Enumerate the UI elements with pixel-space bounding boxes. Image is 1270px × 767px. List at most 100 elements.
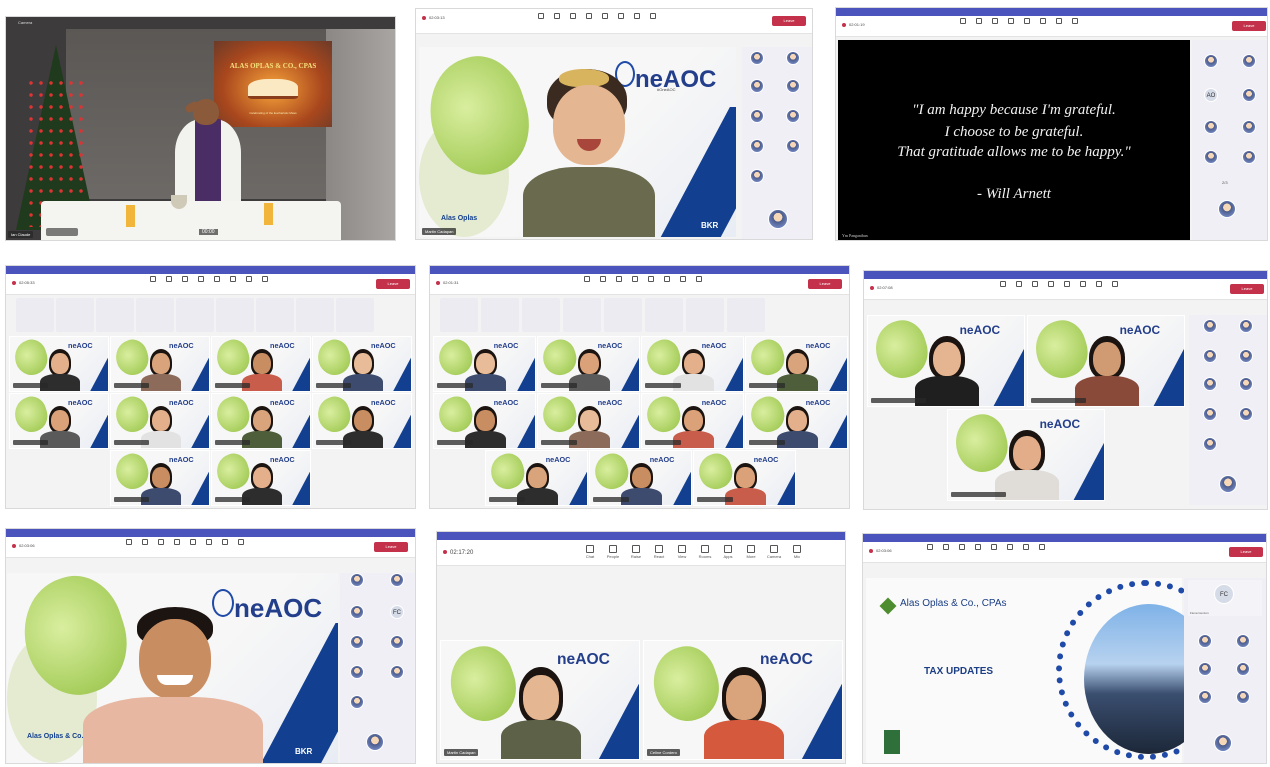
participant-avatar[interactable] [1203, 377, 1217, 391]
toolbar-more-button[interactable] [1108, 281, 1121, 297]
toolbar-people-button[interactable] [939, 544, 952, 560]
toolbar-rooms-button[interactable] [1036, 18, 1049, 34]
video-tile[interactable]: neAOC [433, 336, 536, 392]
participant-avatar[interactable] [1204, 120, 1218, 134]
toolbar-raise-button[interactable] [612, 276, 625, 292]
participant-avatar[interactable] [1242, 120, 1256, 134]
toolbar-apps-button[interactable] [1052, 18, 1065, 34]
participant-thumbnail[interactable] [604, 298, 642, 332]
toolbar-apps-button[interactable] [676, 276, 689, 292]
toolbar-apps-button[interactable]: Apps [720, 545, 736, 561]
video-tile[interactable]: neAOC [537, 393, 640, 449]
video-tile[interactable]: neAOC [211, 450, 311, 506]
toolbar-more-button[interactable] [1068, 18, 1081, 34]
toolbar-more-button[interactable]: More [743, 545, 759, 561]
video-tile[interactable]: neAOC [485, 450, 588, 506]
participant-avatar[interactable] [1218, 200, 1236, 218]
video-tile[interactable]: neAOC [745, 336, 848, 392]
toolbar-chat-button[interactable] [580, 276, 593, 292]
participant-avatar[interactable] [1203, 319, 1217, 333]
video-tile[interactable]: neAOC [110, 450, 210, 506]
toolbar-view-button[interactable] [1020, 18, 1033, 34]
toolbar-chat-button[interactable]: Chat [582, 545, 598, 561]
participant-avatar[interactable] [1203, 349, 1217, 363]
participant-avatar[interactable] [1198, 662, 1212, 676]
toolbar-people-button[interactable] [138, 539, 151, 555]
participant-avatar[interactable] [390, 665, 404, 679]
participant-avatar[interactable] [750, 51, 764, 65]
toolbar-view-button[interactable] [644, 276, 657, 292]
video-tile[interactable]: neAOC [641, 393, 744, 449]
participant-avatar[interactable] [750, 109, 764, 123]
participant-thumbnail[interactable] [440, 298, 478, 332]
leave-button[interactable]: Leave [1229, 547, 1263, 557]
toolbar-raise-button[interactable] [988, 18, 1001, 34]
toolbar-more-button[interactable] [234, 539, 247, 555]
leave-button[interactable]: Leave [1232, 21, 1266, 31]
toolbar-chat-button[interactable] [122, 539, 135, 555]
participant-thumbnail[interactable] [481, 298, 519, 332]
toolbar-raise-button[interactable] [1028, 281, 1041, 297]
participant-avatar[interactable] [1203, 437, 1217, 451]
leave-button[interactable]: Leave [374, 542, 408, 552]
toolbar-raise-button[interactable] [178, 276, 191, 292]
participant-avatar[interactable] [1214, 734, 1232, 752]
participant-avatar[interactable] [1203, 407, 1217, 421]
participant-avatar[interactable] [1239, 349, 1253, 363]
toolbar-people-button[interactable] [972, 18, 985, 34]
toolbar-rooms-button[interactable] [660, 276, 673, 292]
toolbar-apps-button[interactable] [1092, 281, 1105, 297]
video-tile[interactable]: neAOC [537, 336, 640, 392]
participant-thumbnail[interactable] [522, 298, 560, 332]
toolbar-react-button[interactable] [1004, 18, 1017, 34]
toolbar-rooms-button[interactable] [1076, 281, 1089, 297]
toolbar-people-button[interactable] [1012, 281, 1025, 297]
participant-avatar[interactable] [350, 635, 364, 649]
toolbar-more-button[interactable] [258, 276, 271, 292]
toolbar-people-button[interactable]: People [605, 545, 621, 561]
video-tile[interactable]: neAOC [110, 336, 210, 392]
participant-thumbnail[interactable] [563, 298, 601, 332]
toolbar-react-button[interactable] [628, 276, 641, 292]
toolbar-people-button[interactable] [596, 276, 609, 292]
participant-avatar[interactable] [786, 51, 800, 65]
participant-thumbnail[interactable] [256, 298, 294, 332]
video-tile[interactable]: neAOC [9, 393, 109, 449]
toolbar-people-button[interactable] [162, 276, 175, 292]
participant-avatar[interactable] [1242, 54, 1256, 68]
toolbar-raise-button[interactable] [566, 13, 579, 29]
participant-avatar[interactable] [750, 79, 764, 93]
participant-thumbnail[interactable] [645, 298, 683, 332]
participant-avatar[interactable] [1204, 150, 1218, 164]
toolbar-react-button[interactable] [194, 276, 207, 292]
video-tile[interactable]: neAOC [693, 450, 796, 506]
toolbar-mic-button[interactable]: Mic [789, 545, 805, 561]
video-tile[interactable]: neAOC [641, 336, 744, 392]
toolbar-people-button[interactable] [550, 13, 563, 29]
video-tile[interactable]: neAOC [211, 393, 311, 449]
leave-button[interactable]: Leave [808, 279, 842, 289]
participant-avatar-fc[interactable]: FC [390, 605, 404, 619]
toolbar-raise-button[interactable] [154, 539, 167, 555]
toolbar-rooms-button[interactable] [226, 276, 239, 292]
video-tile[interactable]: neAOC Martin Cadapan [440, 640, 640, 760]
video-tile[interactable]: neAOC [9, 336, 109, 392]
toolbar-view-button[interactable] [186, 539, 199, 555]
participant-thumbnail[interactable] [727, 298, 765, 332]
participant-avatar[interactable] [1236, 634, 1250, 648]
toolbar-react-button[interactable]: React [651, 545, 667, 561]
participant-avatar[interactable] [1239, 377, 1253, 391]
toolbar-chat-button[interactable] [534, 13, 547, 29]
toolbar-raise-button[interactable] [955, 544, 968, 560]
toolbar-apps-button[interactable] [630, 13, 643, 29]
participant-thumbnail[interactable] [336, 298, 374, 332]
participant-avatar[interactable] [1204, 54, 1218, 68]
toolbar-view-button[interactable]: View [674, 545, 690, 561]
toolbar-apps-button[interactable] [242, 276, 255, 292]
video-tile[interactable]: neAOC [312, 336, 412, 392]
toolbar-view-button[interactable] [987, 544, 1000, 560]
participant-avatar[interactable] [750, 169, 764, 183]
roster-pager[interactable]: 2/3 [1222, 180, 1228, 185]
participant-avatar[interactable] [390, 573, 404, 587]
toolbar-apps-button[interactable] [1019, 544, 1032, 560]
